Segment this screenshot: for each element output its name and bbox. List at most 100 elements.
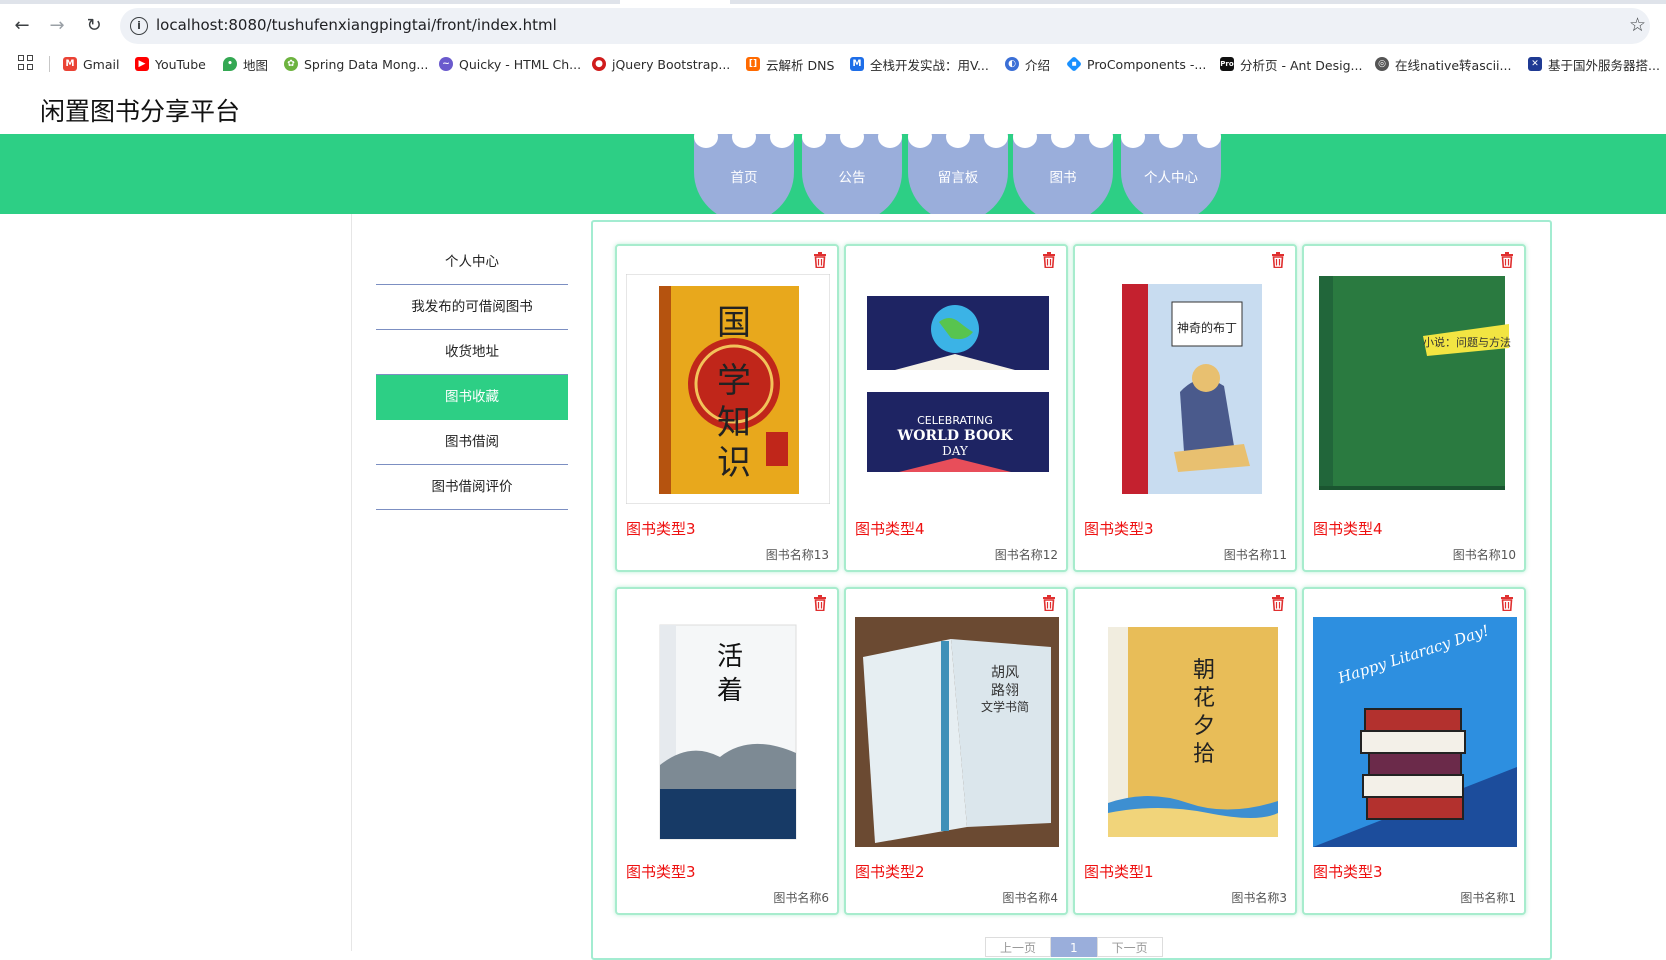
book-name: 图书名称12: [994, 548, 1058, 562]
nav-personal-center[interactable]: 个人中心: [1121, 134, 1221, 214]
svg-text:胡风: 胡风: [991, 665, 1019, 681]
svg-text:国: 国: [717, 303, 751, 343]
bookmark-label: 在线native转ascii...: [1395, 57, 1512, 73]
book-cover[interactable]: 活 着: [626, 617, 830, 847]
current-page-button[interactable]: 1: [1051, 937, 1097, 957]
bookmark-procomponents[interactable]: ◆ ProComponents -...: [1066, 53, 1207, 75]
book-type: 图书类型1: [1084, 863, 1154, 881]
bookmark-fullstack[interactable]: M 全栈开发实战：用V...: [850, 53, 989, 75]
bookmark-label: 分析页 - Ant Desig...: [1240, 57, 1363, 73]
quicky-icon: ~: [439, 57, 453, 71]
bookmark-label: 地图: [243, 57, 269, 73]
book-card[interactable]: 胡风 路翎 文学书简 图书类型2 图书名称4: [844, 587, 1068, 915]
bookmark-label: 全栈开发实战：用V...: [870, 57, 989, 73]
bookmark-intro[interactable]: ◐ 介绍: [1005, 53, 1050, 75]
book-cover[interactable]: 胡风 路翎 文学书简: [855, 617, 1059, 847]
youtube-icon: ▶: [135, 57, 149, 71]
bookmark-aliyun-dns[interactable]: [] 云解析 DNS: [746, 53, 834, 75]
svg-text:文学书简: 文学书简: [981, 699, 1029, 714]
nav-announcement[interactable]: 公告: [802, 134, 902, 214]
globe-icon: ◐: [1005, 57, 1019, 71]
bookmark-quicky[interactable]: ~ Quicky - HTML Ch...: [439, 53, 581, 75]
bookmark-jquery[interactable]: ● jQuery Bootstrap...: [592, 53, 730, 75]
svg-text:着: 着: [717, 676, 743, 706]
delete-icon[interactable]: [1271, 252, 1285, 268]
nav-books[interactable]: 图书: [1013, 134, 1113, 214]
nav-announcement-label: 公告: [838, 170, 866, 186]
book-cover[interactable]: CELEBRATING WORLD BOOK DAY: [855, 274, 1059, 504]
book-card[interactable]: 活 着 图书类型3 图书名称6: [615, 587, 839, 915]
book-card[interactable]: 神奇的布丁 图书类型3 图书名称11: [1073, 244, 1297, 572]
delete-icon[interactable]: [813, 252, 827, 268]
bookmark-native-ascii[interactable]: ◎ 在线native转ascii...: [1375, 53, 1511, 75]
side-item-my-published-books[interactable]: 我发布的可借阅图书: [376, 285, 568, 330]
book-cover[interactable]: 小说：问题与方法: [1313, 274, 1517, 504]
address-row: ← → ↻ i localhost:8080/tushufenxiangping…: [0, 8, 1666, 44]
side-item-borrowing-reviews[interactable]: 图书借阅评价: [376, 465, 568, 510]
bookmark-gmail[interactable]: M Gmail: [63, 53, 119, 75]
bookmark-maps[interactable]: • 地图: [223, 53, 268, 75]
book-name: 图书名称10: [1452, 548, 1516, 562]
apps-grid-icon[interactable]: [18, 55, 34, 71]
book-cover[interactable]: 朝 花 夕 拾: [1084, 617, 1288, 847]
book-card[interactable]: 国 学 知 识 图书类型3 图书名称13: [615, 244, 839, 572]
delete-icon[interactable]: [1042, 252, 1056, 268]
svg-text:朝: 朝: [1193, 658, 1215, 683]
forward-icon[interactable]: →: [45, 14, 69, 38]
delete-icon[interactable]: [1042, 595, 1056, 611]
svg-text:小说：问题与方法: 小说：问题与方法: [1423, 335, 1511, 349]
book-name: 图书名称4: [1002, 891, 1058, 905]
site-info-icon[interactable]: i: [130, 17, 148, 35]
nav-message-board[interactable]: 留言板: [908, 134, 1008, 214]
delete-icon[interactable]: [1500, 252, 1514, 268]
nav-home-label: 首页: [730, 170, 758, 186]
bookmark-label: ProComponents -...: [1087, 56, 1207, 72]
svg-text:CELEBRATING: CELEBRATING: [917, 414, 993, 427]
nav-home[interactable]: 首页: [694, 134, 794, 214]
procomponents-icon: ◆: [1066, 56, 1082, 72]
book-name: 图书名称13: [765, 548, 829, 562]
pagination: 上一页 1 下一页: [985, 937, 1163, 957]
reload-icon[interactable]: ↻: [82, 14, 106, 38]
next-page-button[interactable]: 下一页: [1096, 937, 1163, 957]
book-card[interactable]: CELEBRATING WORLD BOOK DAY 图书类型4 图书名称12: [844, 244, 1068, 572]
favorites-panel: 国 学 知 识 图书类型3 图书名称13 CELEBRATING WORLD B…: [591, 220, 1552, 960]
book-card[interactable]: 朝 花 夕 拾 图书类型1 图书名称3: [1073, 587, 1297, 915]
address-bar[interactable]: i localhost:8080/tushufenxiangpingtai/fr…: [120, 8, 1650, 44]
bookmark-youtube[interactable]: ▶ YouTube: [135, 53, 206, 75]
book-type: 图书类型3: [626, 863, 696, 881]
delete-icon[interactable]: [813, 595, 827, 611]
prev-page-button[interactable]: 上一页: [985, 937, 1052, 957]
sidebar-divider: [351, 214, 352, 951]
bookmark-ant-design[interactable]: Pro 分析页 - Ant Desig...: [1220, 53, 1362, 75]
bookmarks-bar: M Gmail ▶ YouTube • 地图 ✿ Spring Data Mong...…: [0, 50, 1666, 78]
side-item-book-borrowing[interactable]: 图书借阅: [376, 420, 568, 465]
bookmark-star-icon[interactable]: ☆: [1629, 14, 1646, 36]
svg-text:识: 识: [717, 443, 751, 483]
bookmark-spring[interactable]: ✿ Spring Data Mong...: [284, 53, 428, 75]
book-name: 图书名称6: [773, 891, 829, 905]
bookmark-label: jQuery Bootstrap...: [612, 56, 731, 72]
nav-personal-center-label: 个人中心: [1144, 170, 1198, 186]
book-cover[interactable]: 神奇的布丁: [1084, 274, 1288, 504]
delete-icon[interactable]: [1500, 595, 1514, 611]
svg-text:学: 学: [717, 361, 751, 401]
back-icon[interactable]: ←: [10, 14, 34, 38]
book-card[interactable]: 小说：问题与方法 图书类型4 图书名称10: [1302, 244, 1526, 572]
bookmark-label: Quicky - HTML Ch...: [459, 56, 582, 72]
side-item-book-favorites[interactable]: 图书收藏: [376, 375, 568, 420]
maps-icon: •: [223, 57, 237, 71]
bookmark-server[interactable]: ✕ 基于国外服务器搭...: [1528, 53, 1660, 75]
spring-icon: ✿: [284, 57, 298, 71]
side-item-shipping-address[interactable]: 收货地址: [376, 330, 568, 375]
book-card[interactable]: Happy Litaracy Day! 图书类型3 图书名称1: [1302, 587, 1526, 915]
delete-icon[interactable]: [1271, 595, 1285, 611]
book-cover[interactable]: Happy Litaracy Day!: [1313, 617, 1517, 847]
browser-chrome: ← → ↻ i localhost:8080/tushufenxiangping…: [0, 0, 1666, 80]
nav-books-label: 图书: [1049, 170, 1077, 186]
book-cover[interactable]: 国 学 知 识: [626, 274, 830, 504]
side-item-personal-center[interactable]: 个人中心: [376, 240, 568, 285]
side-menu: 个人中心 我发布的可借阅图书 收货地址 图书收藏 图书借阅 图书借阅评价: [376, 240, 568, 510]
m-icon: M: [850, 57, 864, 71]
url-text[interactable]: localhost:8080/tushufenxiangpingtai/fron…: [156, 16, 557, 34]
